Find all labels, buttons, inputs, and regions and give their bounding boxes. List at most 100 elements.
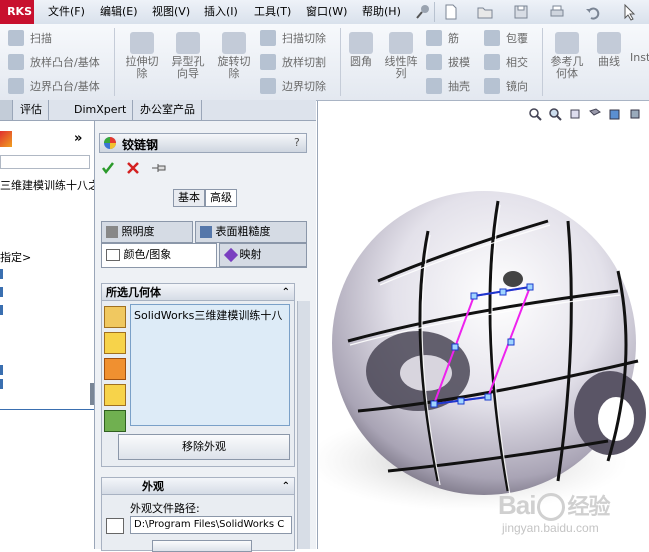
- print-icon[interactable]: [548, 3, 566, 21]
- section-view-icon[interactable]: [588, 107, 602, 121]
- menu-tools[interactable]: 工具(T): [254, 0, 291, 24]
- filter-bodies-icon[interactable]: [104, 332, 126, 354]
- draft-icon: [426, 54, 442, 70]
- expand-chevron-icon[interactable]: »: [74, 131, 82, 146]
- previous-view-icon[interactable]: [568, 107, 582, 121]
- selected-geometry-group: 所选几何体 ⌃ SolidWorks三维建模训练十八 移除外观: [101, 283, 295, 467]
- pm-scrollbar[interactable]: [297, 301, 310, 549]
- hole-wizard-button[interactable]: 异型孔 向导: [166, 32, 210, 80]
- pin-icon[interactable]: [414, 3, 432, 21]
- lofted-cut-button[interactable]: 放样切割: [260, 54, 326, 70]
- boundary-cut-button[interactable]: 边界切除: [260, 78, 326, 94]
- lightbulb-icon: [106, 226, 118, 238]
- boundary-boss-button[interactable]: 边界凸台/基体: [8, 78, 100, 94]
- appearance-path-field[interactable]: D:\Program Files\SolidWorks C: [130, 516, 292, 534]
- view-orientation-icon[interactable]: [608, 107, 622, 121]
- swept-cut-button[interactable]: 扫描切除: [260, 30, 326, 46]
- menu-bar: RKS 文件(F) 编辑(E) 视图(V) 插入(I) 工具(T) 窗口(W) …: [0, 0, 649, 25]
- sweep-button[interactable]: 扫描: [8, 30, 52, 46]
- display-style-icon[interactable]: [628, 107, 642, 121]
- tab-surface-finish[interactable]: 表面粗糙度: [195, 221, 307, 243]
- filter-parts-icon[interactable]: [104, 306, 126, 328]
- mapping-icon: [223, 247, 239, 263]
- rollback-bar[interactable]: [0, 409, 94, 410]
- curves-icon: [597, 32, 621, 54]
- tree-root-item[interactable]: 三维建模训练十八之: [0, 177, 94, 193]
- appearance-header[interactable]: 外观 ⌃: [101, 477, 295, 495]
- zoom-to-fit-icon[interactable]: [528, 107, 542, 121]
- browse-button[interactable]: [152, 540, 252, 552]
- reference-geometry-button[interactable]: 参考几 何体: [546, 32, 588, 80]
- selected-entities-list[interactable]: SolidWorks三维建模训练十八: [130, 304, 290, 426]
- pm-title: 铰链钢: [122, 138, 159, 152]
- remove-appearance-button[interactable]: 移除外观: [118, 434, 290, 460]
- filter-faces-icon[interactable]: [104, 358, 126, 380]
- baidu-watermark-logo: Bai 经验: [498, 490, 610, 522]
- tab-hidden[interactable]: [0, 100, 13, 120]
- browse-image-icon[interactable]: [106, 518, 124, 534]
- extruded-cut-button[interactable]: 拉伸切 除: [120, 32, 164, 80]
- watermark-url: jingyan.baidu.com: [502, 521, 599, 535]
- loft-icon: [8, 54, 24, 70]
- shell-button[interactable]: 抽壳: [426, 78, 470, 94]
- tab-evaluate[interactable]: 评估: [14, 100, 49, 120]
- fillet-button[interactable]: 圆角: [344, 32, 378, 68]
- filter-globe-icon[interactable]: [104, 410, 126, 432]
- tab-color-image[interactable]: 颜色/图象: [101, 243, 217, 267]
- graphics-viewport[interactable]: Bai 经验 jingyan.baidu.com: [317, 101, 649, 549]
- mode-advanced-tab[interactable]: 高级: [205, 189, 237, 207]
- collapse-icon[interactable]: ⌃: [282, 478, 290, 496]
- draft-button[interactable]: 拔模: [426, 54, 470, 70]
- wrap-button[interactable]: 包覆: [484, 30, 528, 46]
- new-document-icon[interactable]: [442, 3, 460, 21]
- wrap-icon: [484, 30, 500, 46]
- mode-basic-tab[interactable]: 基本: [173, 189, 205, 207]
- tab-illumination[interactable]: 照明度: [101, 221, 193, 243]
- rib-button[interactable]: 筋: [426, 30, 459, 46]
- cancel-x-icon[interactable]: [127, 162, 139, 174]
- tab-dimxpert[interactable]: DimXpert: [68, 100, 134, 120]
- appearance-path-label: 外观文件路径:: [130, 502, 200, 515]
- menu-view[interactable]: 视图(V): [152, 0, 190, 24]
- zoom-area-icon[interactable]: [548, 107, 562, 121]
- menu-file[interactable]: 文件(F): [48, 0, 85, 24]
- filter-features-icon[interactable]: [104, 384, 126, 406]
- sweep-icon: [8, 30, 24, 46]
- select-arrow-icon[interactable]: [620, 3, 638, 21]
- mirror-icon: [484, 78, 500, 94]
- loft-boss-button[interactable]: 放样凸台/基体: [8, 54, 100, 70]
- mirror-button[interactable]: 镜向: [484, 78, 528, 94]
- tab-mapping[interactable]: 映射: [219, 243, 307, 267]
- appearance-group: 外观 ⌃ 外观文件路径: D:\Program Files\SolidWorks…: [101, 477, 295, 552]
- tree-item-unspecified[interactable]: 指定>: [0, 249, 31, 265]
- help-icon[interactable]: ?: [294, 136, 300, 149]
- pushpin-icon[interactable]: [151, 162, 167, 174]
- command-ribbon: 扫描 放样凸台/基体 边界凸台/基体 拉伸切 除 异型孔 向导 旋转切 除 扫描…: [0, 24, 649, 101]
- panel-splitter-handle[interactable]: [90, 383, 94, 405]
- intersect-button[interactable]: 相交: [484, 54, 528, 70]
- fillet-icon: [349, 32, 373, 54]
- tab-office-products[interactable]: 办公室产品: [134, 100, 202, 120]
- collapse-icon[interactable]: ⌃: [282, 284, 290, 302]
- selected-entity-item[interactable]: SolidWorks三维建模训练十八: [131, 305, 289, 325]
- reference-geometry-icon: [555, 32, 579, 54]
- linear-pattern-button[interactable]: 线性阵 列: [380, 32, 422, 80]
- save-icon[interactable]: [512, 3, 530, 21]
- instant3d-button[interactable]: Inst: [630, 52, 649, 64]
- open-folder-icon[interactable]: [476, 3, 494, 21]
- menu-edit[interactable]: 编辑(E): [100, 0, 138, 24]
- menu-insert[interactable]: 插入(I): [204, 0, 238, 24]
- selected-geometry-header[interactable]: 所选几何体 ⌃: [101, 283, 295, 301]
- undo-icon[interactable]: [584, 3, 602, 21]
- swept-cut-icon: [260, 30, 276, 46]
- curves-button[interactable]: 曲线: [592, 32, 626, 68]
- menu-window[interactable]: 窗口(W): [306, 0, 347, 24]
- revolved-cut-button[interactable]: 旋转切 除: [212, 32, 256, 80]
- feature-tree-panel: » 三维建模训练十八之 指定>: [0, 121, 95, 549]
- partial-tab-icon[interactable]: [0, 131, 12, 147]
- ok-check-icon[interactable]: [101, 161, 115, 175]
- tree-filter-input[interactable]: [0, 155, 90, 169]
- pm-title-bar: 铰链钢 ?: [99, 133, 307, 153]
- menu-help[interactable]: 帮助(H): [362, 0, 401, 24]
- image-icon: [106, 249, 120, 261]
